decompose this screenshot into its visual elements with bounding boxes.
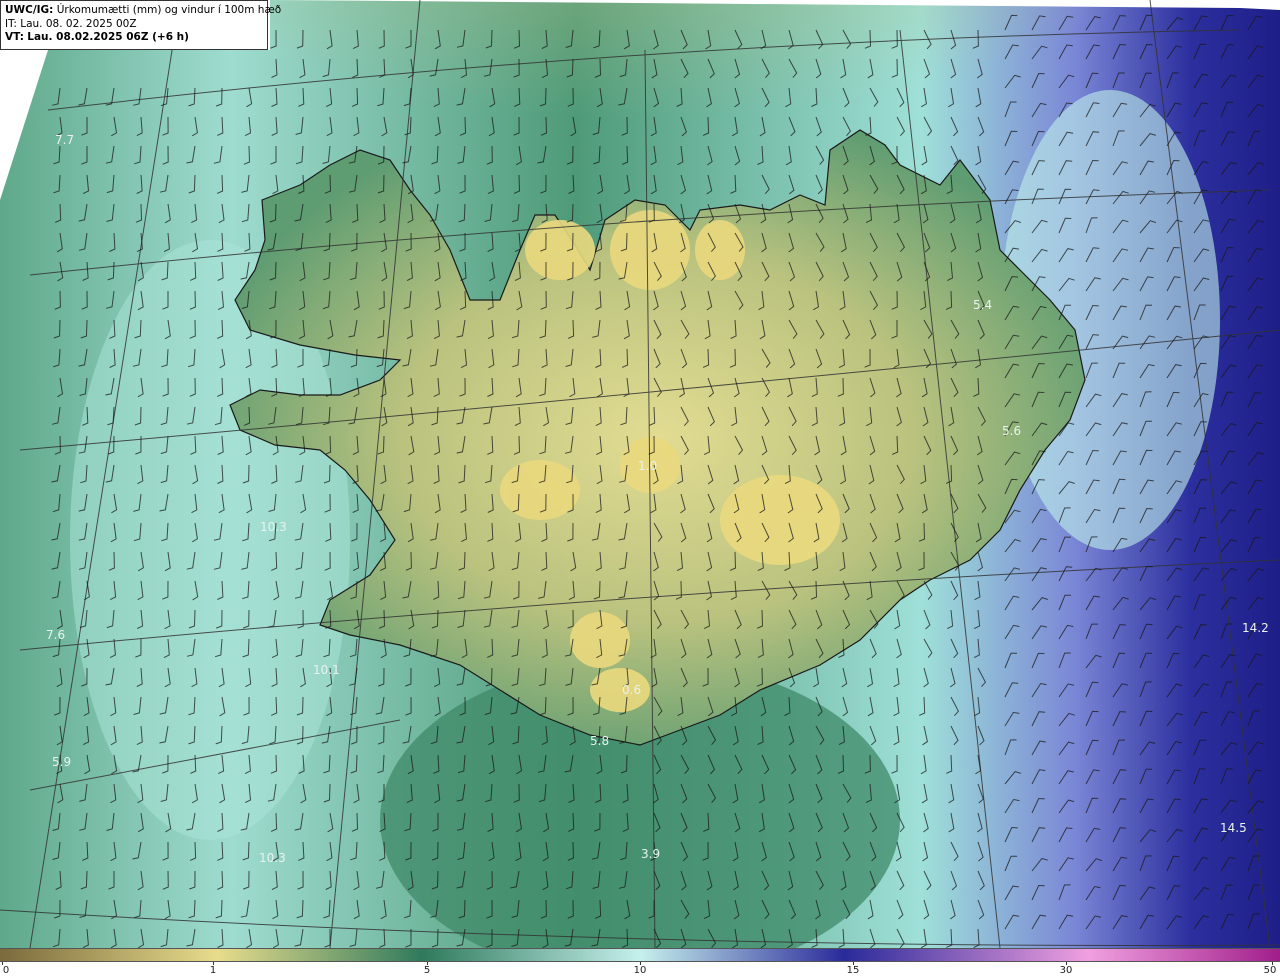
product-code: UWC/IG: [5, 4, 54, 16]
precipitation-map: 7.7 5.4 5.6 7.6 14.2 5.8 14.5 3.9 10.3 1… [0, 0, 1280, 948]
colorbar-tick [1066, 962, 1067, 965]
colorbar-tick-label: 50 [1263, 965, 1277, 976]
colorbar-tick [427, 962, 428, 965]
colorbar-tick [2, 962, 3, 965]
map-value: 10.3 [259, 851, 286, 865]
valid-time-line: VT: Lau. 08.02.2025 06Z (+6 h) [5, 31, 263, 45]
valid-time: Lau. 08.02.2025 06Z (+6 h) [27, 31, 189, 43]
valid-time-prefix: VT: [5, 31, 24, 43]
colorbar: 0 1 5 10 15 30 50 [0, 948, 1280, 978]
map-value: 14.5 [1220, 821, 1247, 835]
colorbar-tick-label: 30 [1059, 965, 1073, 976]
map-value: 10.3 [260, 520, 287, 534]
map-value: 5.8 [590, 734, 609, 748]
map-info-box: UWC/IG: Úrkomumætti (mm) og vindur í 100… [0, 0, 281, 50]
product-line: UWC/IG: Úrkomumætti (mm) og vindur í 100… [5, 4, 281, 18]
colorbar-tick [1272, 962, 1273, 965]
product-description: Úrkomumætti (mm) og vindur í 100m hæð [56, 4, 282, 16]
map-value: 5.9 [52, 755, 71, 769]
map-value: 1.0 [638, 459, 657, 473]
initial-time: IT: Lau. 08. 02. 2025 00Z [5, 17, 137, 30]
colorbar-tick [213, 962, 214, 965]
colorbar-tick-label: 0 [2, 965, 10, 976]
colorbar-tick [853, 962, 854, 965]
map-value: 5.4 [973, 298, 992, 312]
colorbar-tick-label: 15 [846, 965, 860, 976]
map-value: 7.7 [55, 133, 74, 147]
map-value: 14.2 [1242, 621, 1269, 635]
map-value: 3.9 [641, 847, 660, 861]
colorbar-tick [640, 962, 641, 965]
map-value: 0.6 [622, 683, 641, 697]
colorbar-tick-label: 5 [423, 965, 431, 976]
map-value: 5.6 [1002, 424, 1021, 438]
colorbar-gradient [0, 948, 1280, 962]
colorbar-tick-label: 1 [209, 965, 217, 976]
map-value: 10.1 [313, 663, 340, 677]
colorbar-tick-label: 10 [633, 965, 647, 976]
map-value: 7.6 [46, 628, 65, 642]
